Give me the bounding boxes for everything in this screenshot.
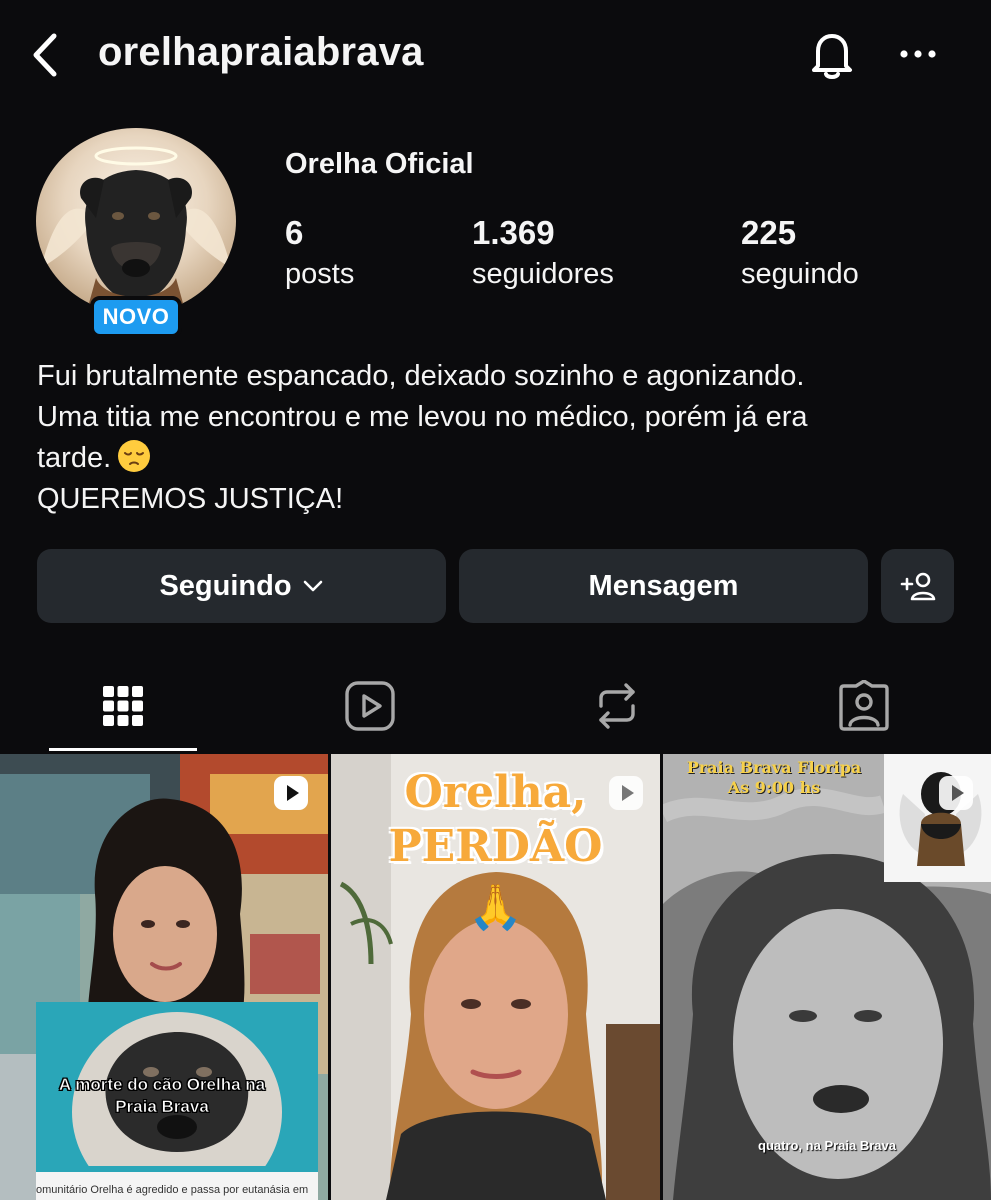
tab-reposts[interactable] [543,660,691,752]
stat-following-value: 225 [741,214,797,251]
top-bar: orelhapraiabrava [0,0,991,110]
new-badge: NOVO [90,296,182,338]
following-button-label: Seguindo [159,569,292,602]
reel-play-icon [274,776,308,810]
more-options-button[interactable] [894,36,942,72]
stat-following-label: seguindo [741,258,859,290]
chevron-down-icon [303,580,322,592]
bell-icon [812,34,852,79]
stat-followers[interactable]: 1.369 seguidores [472,214,614,291]
bio-line: tarde. [37,438,967,479]
post-caption-overlay-text: A morte do cão Orelha na Praia Brava [58,1075,266,1117]
tagged-icon [839,680,889,731]
reel-play-icon [609,776,643,810]
grid-icon [103,686,143,726]
stat-posts[interactable]: 6 posts [285,214,354,291]
posts-grid: A morte do cão Orelha na Praia Brava omu… [0,754,991,1200]
stat-followers-value: 1.369 [472,214,555,251]
avatar [36,128,236,314]
profile-username: orelhapraiabrava [98,30,424,74]
post-thumbnail[interactable]: Praia Brava Floripa As 9:00 hs quatro, n… [663,754,991,1200]
back-button[interactable] [28,30,62,80]
message-button[interactable]: Mensagem [459,549,868,623]
more-dots-icon [900,50,936,58]
post-thumbnail[interactable]: A morte do cão Orelha na Praia Brava omu… [0,754,328,1200]
reposts-icon [599,683,635,729]
notifications-button[interactable] [804,26,860,82]
post-title-line: PERDÃO [388,821,603,872]
tab-tagged[interactable] [790,660,938,752]
post-top-line: Praia Brava Floripa [686,758,862,777]
post-top-line: As 9:00 hs [727,778,821,797]
bio-line: Fui brutalmente espancado, deixado sozin… [37,360,805,392]
display-name: Orelha Oficial [285,148,474,180]
message-button-label: Mensagem [588,569,739,602]
post-subtitle-text: quatro, na Praia Brava [758,1138,896,1153]
reel-play-icon [939,776,973,810]
bio-line-text: tarde. [37,442,112,474]
stat-posts-value: 6 [285,214,304,251]
stat-followers-label: seguidores [472,258,614,290]
add-person-icon [900,572,935,601]
profile-tabs [0,660,991,752]
profile-bio: Fui brutalmente espancado, deixado sozin… [37,356,967,520]
post-caption-strip-text: omunitário Orelha é agredido e passa por… [36,1172,318,1200]
post-top-overlay: Praia Brava Floripa As 9:00 hs [679,758,869,798]
post-image-woman-grayscale [663,754,991,1200]
praying-hands-emoji: 🙏 [468,883,523,932]
following-button[interactable]: Seguindo [37,549,446,623]
tab-reels[interactable] [296,660,444,752]
reels-icon [345,681,395,731]
pensive-face-icon [118,440,151,472]
tab-selected-indicator [49,748,197,751]
post-thumbnail[interactable]: Orelha, PERDÃO 🙏 [331,754,660,1200]
stat-following[interactable]: 225 seguindo [741,214,859,291]
bio-line: Uma titia me encontrou e me levou no méd… [37,401,808,433]
dog-angel-avatar-image [36,128,236,314]
chevron-left-icon [33,33,57,77]
stat-posts-label: posts [285,258,355,290]
suggested-users-button[interactable] [881,549,954,623]
bio-line: QUEREMOS JUSTIÇA! [37,483,344,515]
profile-avatar[interactable]: NOVO [36,128,236,338]
tab-posts-grid[interactable] [49,660,197,752]
